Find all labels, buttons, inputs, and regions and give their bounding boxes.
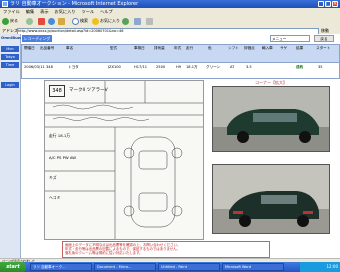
sheet-note-3: キズ: [49, 175, 57, 180]
start-button[interactable]: start: [0, 262, 26, 272]
header-model: 型式: [110, 46, 118, 50]
sheet-note-4: ヘコミ: [49, 195, 61, 200]
back-button[interactable]: 戻る: [2, 17, 18, 25]
cell-mileage: 18.1万: [186, 65, 198, 69]
header-lower: サゲ: [280, 46, 288, 50]
cell-date: 2006/03/11: [24, 65, 45, 69]
favorites-button[interactable]: お気に入り: [92, 17, 120, 25]
clock: 12:00: [326, 264, 338, 269]
header-mileage: 走行: [186, 46, 194, 50]
header-grade: 評価点: [244, 46, 255, 50]
sheet-note-1: 走行 18.1万: [49, 133, 71, 138]
header-year: 年式: [174, 46, 182, 50]
taskbar-item-document[interactable]: Document - Micro...: [94, 263, 156, 271]
recording-button[interactable]: レコーディング: [22, 35, 52, 42]
car-rear-image: [213, 165, 329, 233]
menu-edit[interactable]: 編集: [26, 9, 34, 14]
cell-lot: 348: [46, 65, 53, 69]
cell-result: 成約: [296, 65, 304, 69]
header-right-buttons: メニュー 戻る: [270, 35, 336, 42]
header-result: 結果: [296, 46, 304, 50]
maximize-button[interactable]: □: [325, 1, 331, 7]
home-button[interactable]: [58, 17, 66, 25]
stop-button[interactable]: [38, 17, 46, 25]
browser-icon: [2, 1, 8, 7]
home-icon: [58, 17, 65, 25]
table-row[interactable]: 2006/03/11 348 トヨタ JZX100 H17/11 2500 H9…: [21, 63, 340, 79]
auction-sheet[interactable]: 348 マークII ツアラーV 走行 18.1万 A/C PS PW AW キズ: [44, 80, 204, 240]
search-button[interactable]: 検索: [72, 17, 88, 25]
forward-button[interactable]: [26, 17, 34, 25]
close-button[interactable]: ×: [332, 1, 338, 7]
go-button[interactable]: 移動: [321, 28, 329, 33]
search-label: 検索: [80, 18, 88, 23]
forward-arrow-icon: [26, 17, 33, 25]
header-shift: シフト: [228, 46, 239, 50]
sheet-note-2: A/C PS PW AW: [49, 155, 77, 160]
history-icon: [122, 17, 129, 25]
cell-grade: 3.5: [246, 65, 252, 69]
menu-favorites[interactable]: お気に入り: [55, 9, 76, 14]
history-button[interactable]: [122, 17, 130, 25]
system-tray: 12:00: [300, 262, 340, 272]
cell-car: トヨタ: [68, 65, 79, 69]
menu-view[interactable]: 表示: [40, 9, 48, 14]
menu-help[interactable]: ヘルプ: [100, 9, 113, 14]
cell-color: グリーン: [206, 65, 221, 69]
taskbar-item-browser[interactable]: ラリ 自動車オーク...: [30, 263, 92, 271]
mail-icon: [134, 17, 141, 25]
panel-button-login[interactable]: Login: [1, 82, 19, 88]
cell-start: 35: [318, 65, 323, 69]
car-photo-rear[interactable]: [212, 164, 330, 234]
refresh-icon: [48, 17, 55, 25]
print-icon: [146, 17, 153, 25]
back-arrow-icon: [2, 17, 9, 25]
taskbar-item-word[interactable]: Microsoft Word: [222, 263, 284, 271]
panel-button-mon[interactable]: Mon: [1, 46, 19, 52]
mail-button[interactable]: [134, 17, 142, 25]
menu-select[interactable]: メニュー: [270, 35, 310, 42]
header-car: 車名: [66, 46, 74, 50]
header-color: 色: [208, 46, 212, 50]
header-lot: 出品番号: [40, 46, 55, 50]
car-photo-front[interactable]: [212, 86, 330, 152]
cell-displacement: 2500: [156, 65, 166, 69]
sheet-drawing: [45, 81, 203, 239]
header-start: スタート: [316, 46, 331, 50]
panel-brand: OmniBuzz: [1, 35, 23, 40]
minimize-button[interactable]: _: [318, 1, 324, 7]
favorites-label: お気に入り: [100, 18, 120, 23]
cell-shift: AT: [230, 65, 235, 69]
taskbar-item-paint[interactable]: Untitled - Paint: [158, 263, 220, 271]
star-icon: [92, 17, 99, 25]
panel-button-time[interactable]: Time: [1, 62, 19, 68]
cell-inspection: H17/11: [134, 65, 148, 69]
header-displacement: 排気量: [154, 46, 165, 50]
window-title: ラリ 自動車オークション - Microsoft Internet Explor…: [10, 1, 139, 7]
cell-year: H9: [176, 65, 181, 69]
car-front-image: [213, 87, 329, 151]
header-import: 輸入車: [262, 46, 273, 50]
left-panel: OmniBuzz Mon Tokyo Time Login: [0, 34, 23, 258]
header-date: 開催日: [24, 46, 35, 50]
window-titlebar: ラリ 自動車オークション - Microsoft Internet Explor…: [0, 0, 340, 8]
cell-model: JZX100: [108, 65, 121, 69]
photo-area: [208, 80, 334, 240]
stop-icon: [38, 17, 45, 25]
print-button[interactable]: [146, 17, 154, 25]
menu-file[interactable]: ファイル: [3, 9, 20, 14]
search-icon: [72, 17, 79, 25]
refresh-button[interactable]: [48, 17, 56, 25]
back-page-button[interactable]: 戻る: [314, 35, 334, 42]
address-label: アドレス: [2, 28, 18, 33]
notice-line-3: 落札後のクレーム等は規約に従い対応いたします。: [65, 251, 143, 255]
menu-tools[interactable]: ツール: [82, 9, 95, 14]
header-inspection: 車検日: [134, 46, 145, 50]
back-label: 戻る: [10, 18, 18, 23]
panel-button-tokyo[interactable]: Tokyo: [1, 54, 19, 60]
table-header: 開催日 出品番号 車名 型式 車検日 排気量 年式 走行 色 シフト 評価点 輸…: [21, 44, 340, 63]
notice-box: 画面上のデータに不明な点は出品票等を確認の上、お問い合わせください。 年式・走行…: [62, 241, 270, 258]
menu-bar: ファイル 編集 表示 お気に入り ツール ヘルプ: [0, 8, 340, 15]
